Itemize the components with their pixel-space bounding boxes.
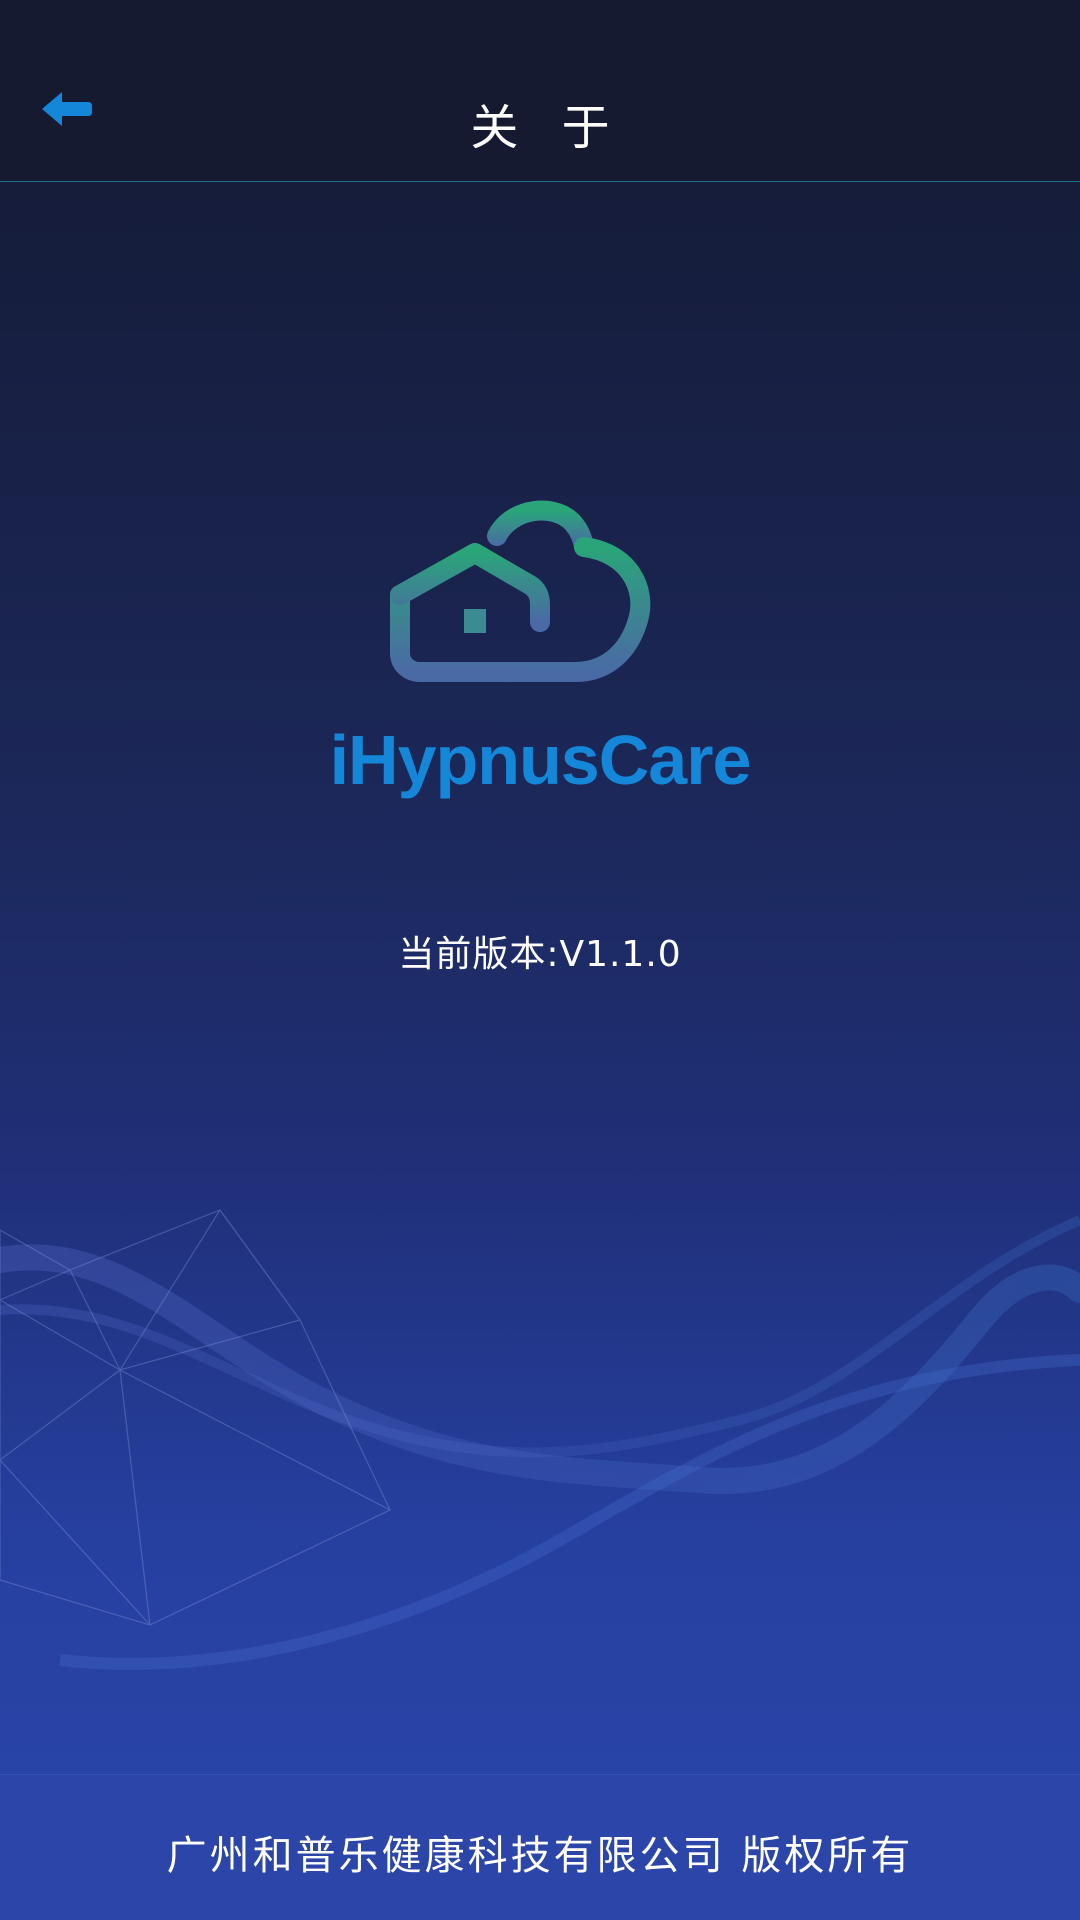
version-text: 当前版本:V1.1.0 <box>398 934 682 975</box>
background-wave-decoration <box>0 1209 1080 1670</box>
about-screen: 关 于 iHypnusCare 当前版本:V1.1.0 广州和普乐健康科技有限公… <box>0 0 1080 1920</box>
copyright-text: 广州和普乐健康科技有限公司 版权所有 <box>166 1833 914 1879</box>
page-title: 关 于 <box>470 100 624 156</box>
top-bar: 关 于 <box>0 0 1080 182</box>
footer: 广州和普乐健康科技有限公司 版权所有 <box>0 1774 1080 1920</box>
app-name: iHypnusCare <box>329 721 752 799</box>
cloud-house-logo-icon <box>390 495 690 690</box>
